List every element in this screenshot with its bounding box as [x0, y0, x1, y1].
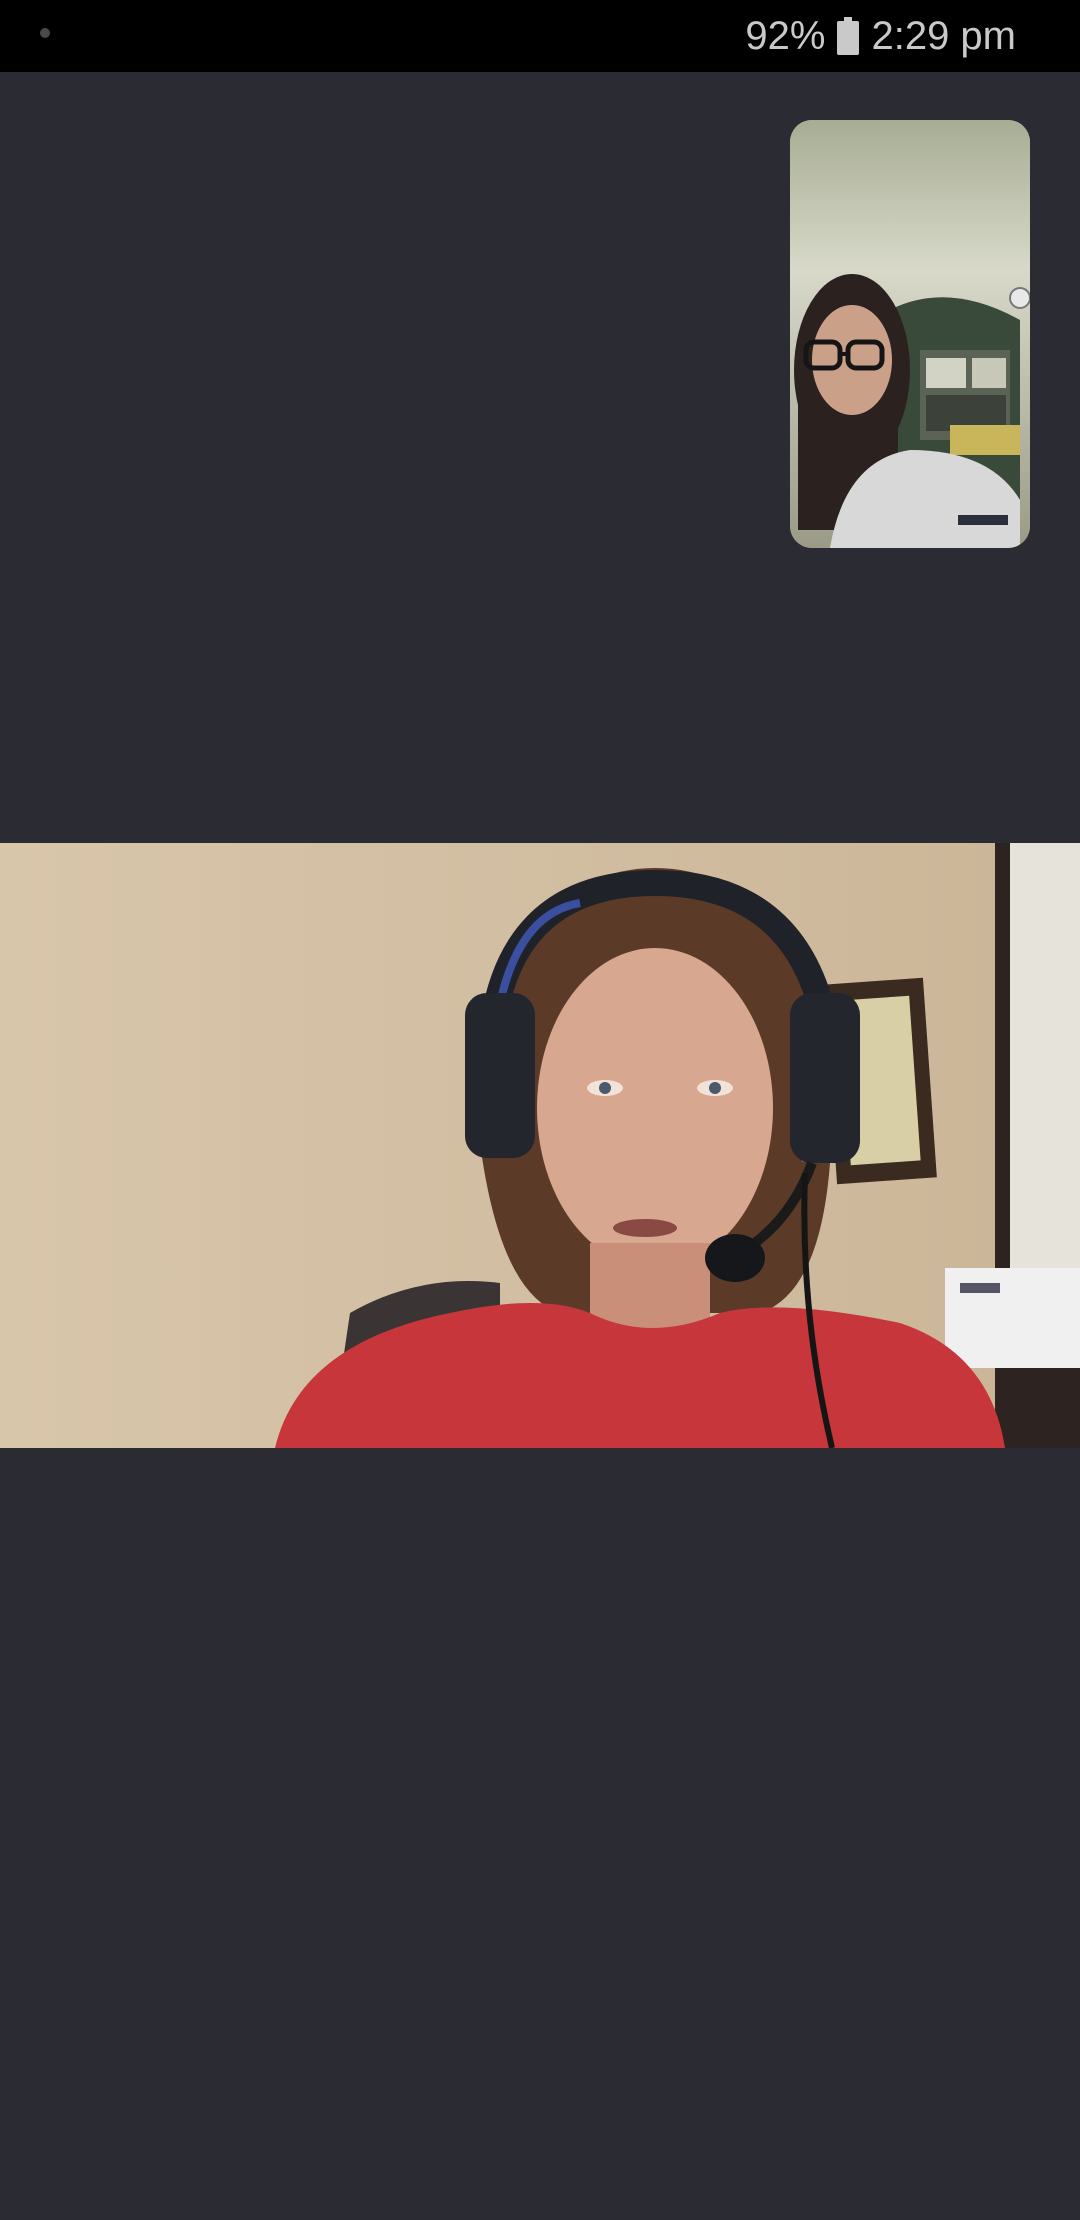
self-video-thumbnail[interactable]: [790, 120, 1030, 548]
notification-dot-icon: [40, 28, 50, 38]
remote-speaker-video[interactable]: [0, 843, 1080, 1448]
battery-percentage: 92%: [745, 13, 826, 58]
status-indicators: 92% 2:29 pm: [745, 0, 1016, 72]
battery-icon: [837, 17, 860, 55]
status-bar: 92% 2:29 pm: [0, 0, 1080, 72]
clock-time: 2:29 pm: [871, 13, 1016, 58]
